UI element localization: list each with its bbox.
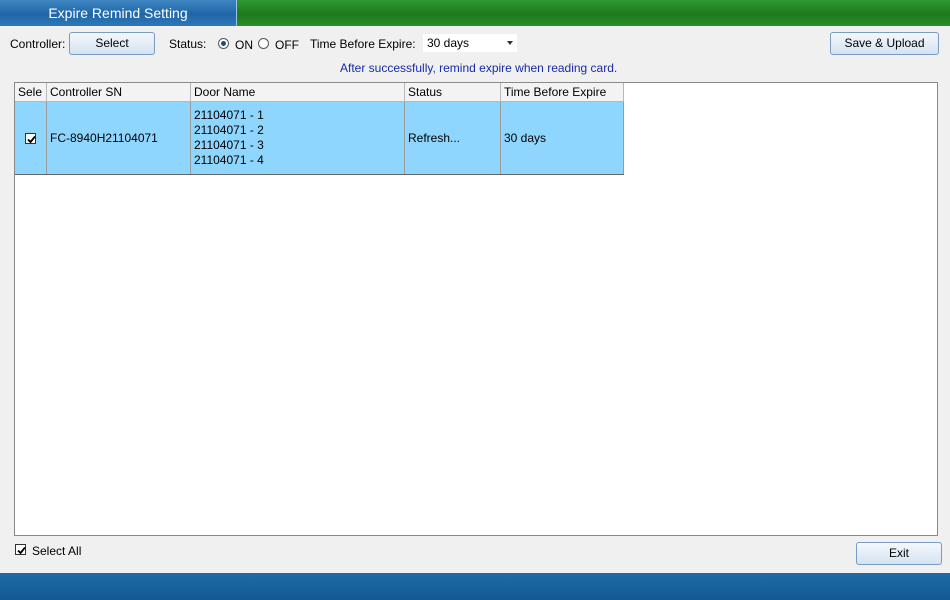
window-title[interactable]: Expire Remind Setting xyxy=(0,0,237,26)
row-select-checkbox[interactable] xyxy=(25,133,36,144)
title-bar: Expire Remind Setting xyxy=(0,0,950,26)
save-upload-button[interactable]: Save & Upload xyxy=(830,32,939,55)
door-name: 21104071 - 3 xyxy=(194,138,264,152)
row-time-before-expire: 30 days xyxy=(504,131,547,145)
radio-selected-dot xyxy=(221,41,226,46)
chevron-down-icon[interactable] xyxy=(507,41,513,45)
controller-sn-cell: FC-8940H21104071 xyxy=(47,102,191,174)
door-name: 21104071 - 1 xyxy=(194,108,264,122)
time-before-expire-value: 30 days xyxy=(427,36,470,50)
door-name-list: 21104071 - 1 21104071 - 2 21104071 - 3 2… xyxy=(194,108,264,168)
time-before-expire-cell: 30 days xyxy=(501,102,624,174)
status-off-label[interactable]: OFF xyxy=(275,37,299,53)
status-on-radio[interactable] xyxy=(218,38,229,49)
controller-table[interactable]: Sele Controller SN Door Name Status Time… xyxy=(14,82,938,536)
checkmark-icon xyxy=(27,135,36,144)
exit-button[interactable]: Exit xyxy=(856,542,942,565)
row-status: Refresh... xyxy=(408,131,461,145)
notice-text: After successfully, remind expire when r… xyxy=(340,61,618,75)
column-header-time-before-expire[interactable]: Time Before Expire xyxy=(501,83,624,102)
time-before-expire-dropdown[interactable]: 30 days xyxy=(422,33,518,53)
row-select-cell[interactable] xyxy=(15,102,47,174)
footer-bar xyxy=(0,573,950,600)
column-header-status[interactable]: Status xyxy=(405,83,501,102)
column-header-select[interactable]: Sele xyxy=(15,83,47,102)
column-header-door-name[interactable]: Door Name xyxy=(191,83,405,102)
door-name-cell: 21104071 - 1 21104071 - 2 21104071 - 3 2… xyxy=(191,102,405,174)
controller-sn: FC-8940H21104071 xyxy=(50,131,158,145)
status-off-radio[interactable] xyxy=(258,38,269,49)
checkmark-icon xyxy=(17,546,26,555)
row-divider xyxy=(15,174,624,175)
column-header-controller-sn[interactable]: Controller SN xyxy=(47,83,191,102)
time-before-expire-label: Time Before Expire: xyxy=(310,37,416,51)
select-controller-button[interactable]: Select xyxy=(69,32,155,55)
select-all-checkbox[interactable] xyxy=(15,544,26,555)
status-on-label[interactable]: ON xyxy=(235,37,253,53)
status-label: Status: xyxy=(169,37,207,51)
status-cell: Refresh... xyxy=(405,102,501,174)
controller-label: Controller: xyxy=(10,37,66,51)
select-all-label[interactable]: Select All xyxy=(32,543,81,559)
door-name: 21104071 - 4 xyxy=(194,153,264,167)
door-name: 21104071 - 2 xyxy=(194,123,264,137)
